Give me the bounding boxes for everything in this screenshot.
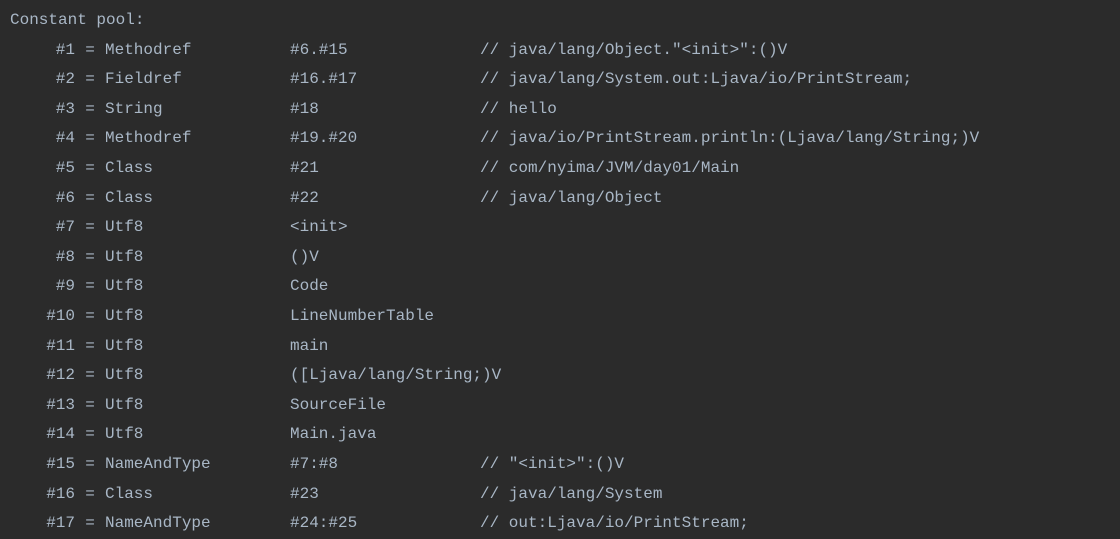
constant-pool-entry: #3=String#18// hello xyxy=(10,95,1120,125)
entry-type: Methodref xyxy=(105,124,290,154)
equals-sign: = xyxy=(75,95,105,125)
entry-type: Utf8 xyxy=(105,361,290,391)
entry-value: Main.java xyxy=(290,420,480,450)
entry-index: #16 xyxy=(10,480,75,510)
entry-comment: // java/lang/Object xyxy=(480,184,662,214)
entry-value: SourceFile xyxy=(290,391,480,421)
entry-type: Class xyxy=(105,154,290,184)
entry-value: <init> xyxy=(290,213,480,243)
entry-comment: // out:Ljava/io/PrintStream; xyxy=(480,509,749,539)
constant-pool-entry: #15=NameAndType#7:#8// "<init>":()V xyxy=(10,450,1120,480)
constant-pool-entry: #8=Utf8()V xyxy=(10,243,1120,273)
entry-value: #22 xyxy=(290,184,480,214)
entry-type: NameAndType xyxy=(105,509,290,539)
entry-index: #12 xyxy=(10,361,75,391)
constant-pool-entry: #7=Utf8<init> xyxy=(10,213,1120,243)
constant-pool-entry: #10=Utf8LineNumberTable xyxy=(10,302,1120,332)
constant-pool-entry: #11=Utf8main xyxy=(10,332,1120,362)
entry-type: Class xyxy=(105,480,290,510)
equals-sign: = xyxy=(75,420,105,450)
entry-type: Utf8 xyxy=(105,332,290,362)
equals-sign: = xyxy=(75,36,105,66)
entry-type: Utf8 xyxy=(105,213,290,243)
entry-value: #21 xyxy=(290,154,480,184)
equals-sign: = xyxy=(75,302,105,332)
equals-sign: = xyxy=(75,272,105,302)
constant-pool-entry: #9=Utf8Code xyxy=(10,272,1120,302)
constant-pool-entry: #13=Utf8SourceFile xyxy=(10,391,1120,421)
entry-comment: // java/lang/System xyxy=(480,480,662,510)
constant-pool-entry: #16=Class#23// java/lang/System xyxy=(10,480,1120,510)
equals-sign: = xyxy=(75,124,105,154)
entry-index: #17 xyxy=(10,509,75,539)
constant-pool-entry: #17=NameAndType#24:#25// out:Ljava/io/Pr… xyxy=(10,509,1120,539)
entry-type: Methodref xyxy=(105,36,290,66)
constant-pool-entry: #5=Class#21// com/nyima/JVM/day01/Main xyxy=(10,154,1120,184)
entry-type: Class xyxy=(105,184,290,214)
entry-value: #7:#8 xyxy=(290,450,480,480)
entry-value: #18 xyxy=(290,95,480,125)
entry-index: #6 xyxy=(10,184,75,214)
entry-type: Utf8 xyxy=(105,243,290,273)
entry-value: #16.#17 xyxy=(290,65,480,95)
entry-value: ([Ljava/lang/String;)V xyxy=(290,361,480,391)
entry-comment: // java/lang/Object."<init>":()V xyxy=(480,36,787,66)
constant-pool-entry: #6=Class#22// java/lang/Object xyxy=(10,184,1120,214)
entry-type: Utf8 xyxy=(105,302,290,332)
constant-pool-header: Constant pool: xyxy=(10,6,1120,36)
entry-value: #6.#15 xyxy=(290,36,480,66)
equals-sign: = xyxy=(75,509,105,539)
constant-pool-entry: #14=Utf8Main.java xyxy=(10,420,1120,450)
entry-index: #3 xyxy=(10,95,75,125)
entry-index: #8 xyxy=(10,243,75,273)
entry-type: Utf8 xyxy=(105,272,290,302)
entry-index: #1 xyxy=(10,36,75,66)
entry-index: #7 xyxy=(10,213,75,243)
entry-index: #14 xyxy=(10,420,75,450)
entry-value: #24:#25 xyxy=(290,509,480,539)
entry-comment: // java/lang/System.out:Ljava/io/PrintSt… xyxy=(480,65,912,95)
entry-type: Utf8 xyxy=(105,391,290,421)
entry-comment: // java/io/PrintStream.println:(Ljava/la… xyxy=(480,124,979,154)
constant-pool-entry: #1=Methodref#6.#15// java/lang/Object."<… xyxy=(10,36,1120,66)
constant-pool-entry: #12=Utf8([Ljava/lang/String;)V xyxy=(10,361,1120,391)
equals-sign: = xyxy=(75,480,105,510)
entry-comment: // "<init>":()V xyxy=(480,450,624,480)
entry-type: NameAndType xyxy=(105,450,290,480)
equals-sign: = xyxy=(75,154,105,184)
entry-type: Utf8 xyxy=(105,420,290,450)
entry-index: #10 xyxy=(10,302,75,332)
entry-type: String xyxy=(105,95,290,125)
entry-comment: // com/nyima/JVM/day01/Main xyxy=(480,154,739,184)
entry-index: #2 xyxy=(10,65,75,95)
equals-sign: = xyxy=(75,184,105,214)
entry-comment: // hello xyxy=(480,95,557,125)
equals-sign: = xyxy=(75,243,105,273)
entry-index: #5 xyxy=(10,154,75,184)
entry-value: main xyxy=(290,332,480,362)
constant-pool-entry: #2=Fieldref#16.#17// java/lang/System.ou… xyxy=(10,65,1120,95)
entry-index: #15 xyxy=(10,450,75,480)
entry-value: #19.#20 xyxy=(290,124,480,154)
entry-index: #9 xyxy=(10,272,75,302)
equals-sign: = xyxy=(75,65,105,95)
entry-index: #4 xyxy=(10,124,75,154)
entry-value: LineNumberTable xyxy=(290,302,480,332)
entry-value: Code xyxy=(290,272,480,302)
equals-sign: = xyxy=(75,450,105,480)
equals-sign: = xyxy=(75,213,105,243)
entry-index: #11 xyxy=(10,332,75,362)
entry-value: #23 xyxy=(290,480,480,510)
constant-pool-entry: #4=Methodref#19.#20// java/io/PrintStrea… xyxy=(10,124,1120,154)
entry-value: ()V xyxy=(290,243,480,273)
equals-sign: = xyxy=(75,332,105,362)
entry-type: Fieldref xyxy=(105,65,290,95)
constant-pool-entries: #1=Methodref#6.#15// java/lang/Object."<… xyxy=(10,36,1120,539)
equals-sign: = xyxy=(75,361,105,391)
entry-index: #13 xyxy=(10,391,75,421)
equals-sign: = xyxy=(75,391,105,421)
